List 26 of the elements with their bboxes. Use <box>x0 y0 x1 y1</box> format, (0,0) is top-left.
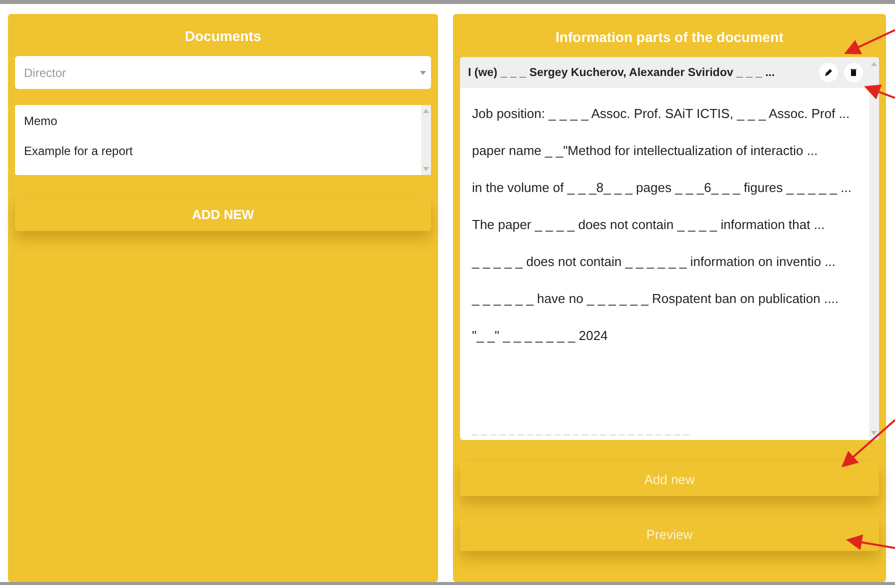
part-text[interactable]: Job position: _ _ _ _ Assoc. Prof. SAiT ICTIS, _ _ _ Assoc. Prof ... <box>460 95 869 132</box>
annotation-arrow <box>842 419 895 468</box>
select-placeholder: Director <box>24 66 66 80</box>
panel-title: Documents <box>184 28 262 44</box>
document-item[interactable]: Example for a report <box>24 144 421 158</box>
scroll-down-icon[interactable] <box>871 431 877 435</box>
part-text[interactable]: in the volume of _ _ _8_ _ _ pages _ _ _6_ _ _ figures _ _ _ _ _ ... <box>460 169 869 206</box>
part-text[interactable]: The paper _ _ _ _ does not contain _ _ _ _ information that ... <box>460 206 869 243</box>
annotation-arrow <box>844 29 895 54</box>
scroll-down-icon[interactable] <box>423 167 429 171</box>
scroll-up-icon[interactable] <box>423 109 429 113</box>
document-item[interactable]: Memo <box>24 114 421 128</box>
part-text[interactable]: _ _ _ _ _ does not contain _ _ _ _ _ _ information on inventio ... <box>460 243 869 280</box>
part-text: _ _ _ _ _ _ _ _ _ _ _ _ _ _ _ _ _ _ _ _ _ _ _ _ <box>470 424 690 436</box>
edit-icon[interactable] <box>819 63 838 82</box>
part-text: I (we) _ _ _ Sergey Kucherov, Alexander Sviridov _ _ _ ... <box>468 66 775 78</box>
panel-title: Information parts of the document <box>554 29 784 45</box>
part-header-row[interactable]: I (we) _ _ _ Sergey Kucherov, Alexander Sviridov _ _ _ ... <box>460 57 869 88</box>
annotation-arrow <box>846 534 895 550</box>
annotation-arrow <box>864 84 895 100</box>
scroll-up-icon[interactable] <box>871 62 877 66</box>
part-text[interactable]: _ _ _ _ _ _ have no _ _ _ _ _ _ Rospatent ban on publication .... <box>460 280 869 317</box>
delete-icon[interactable] <box>844 63 863 82</box>
part-text[interactable]: "_ _" _ _ _ _ _ _ _ 2024 <box>460 317 869 354</box>
dropdown-arrow-icon <box>420 70 426 74</box>
part-text[interactable]: paper name _ _"Method for intellectualization of interactio ... <box>460 132 869 169</box>
